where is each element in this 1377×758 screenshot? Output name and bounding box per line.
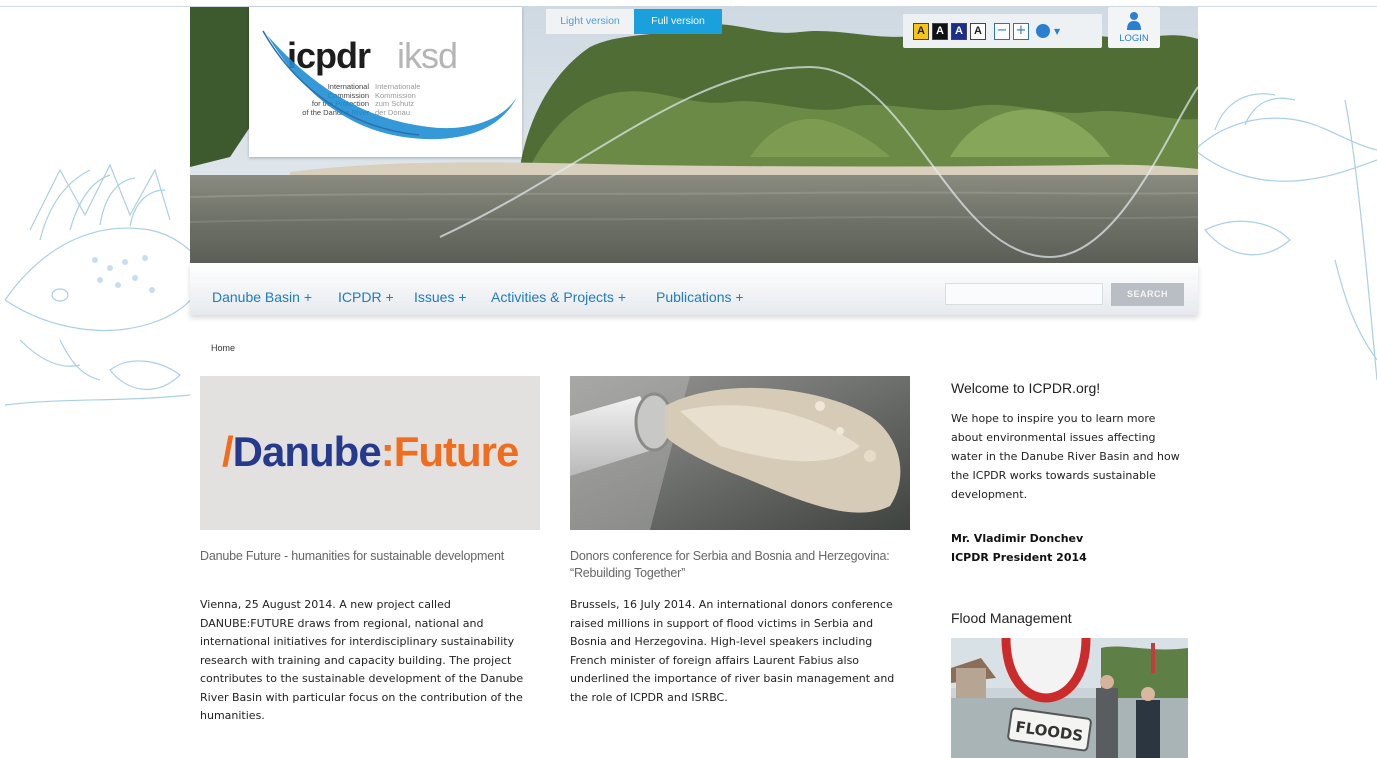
- article-image-danube-future[interactable]: /Danube:Future: [200, 376, 540, 530]
- zoom-out-button[interactable]: −: [994, 22, 1010, 40]
- main-navigation: Danube Basin + ICPDR + Issues + Activiti…: [190, 263, 1198, 315]
- article-title-danube-future[interactable]: Danube Future - humanities for sustainab…: [200, 548, 530, 565]
- user-icon: [1127, 12, 1141, 30]
- version-switch: Light version Full version: [546, 9, 722, 34]
- contrast-default-button[interactable]: A: [970, 22, 986, 40]
- breadcrumb[interactable]: Home: [211, 343, 235, 353]
- decorative-fish-right: [1195, 93, 1377, 381]
- accessibility-toolbar: A A A A − + ▼: [903, 14, 1102, 48]
- login-label: LOGIN: [1119, 33, 1149, 44]
- article-text-danube-future: Vienna, 25 August 2014. A new project ca…: [200, 598, 524, 722]
- login-button[interactable]: LOGIN: [1108, 7, 1160, 48]
- site-logo[interactable]: icpdr iksd International Commission for …: [249, 7, 522, 157]
- contrast-blue-button[interactable]: A: [951, 22, 967, 40]
- search-button[interactable]: SEARCH: [1111, 283, 1184, 306]
- full-version-button[interactable]: Full version: [634, 9, 722, 34]
- welcome-text: We hope to inspire you to learn more abo…: [951, 412, 1180, 501]
- light-version-button[interactable]: Light version: [546, 9, 634, 34]
- logo-swoosh-icon: [262, 30, 517, 140]
- nav-publications[interactable]: Publications +: [656, 289, 744, 305]
- president-role: ICPDR President 2014: [951, 551, 1087, 564]
- welcome-heading: Welcome to ICPDR.org!: [951, 380, 1101, 396]
- article-text-donors-conference: Brussels, 16 July 2014. An international…: [570, 598, 895, 704]
- nav-icpdr[interactable]: ICPDR +: [338, 289, 394, 305]
- zoom-in-button[interactable]: +: [1013, 22, 1029, 40]
- language-globe-icon[interactable]: [1036, 24, 1050, 38]
- nav-activities-projects[interactable]: Activities & Projects +: [491, 289, 626, 305]
- decorative-fish-left: [4, 163, 200, 406]
- search-input[interactable]: [945, 283, 1103, 305]
- flood-management-heading[interactable]: Flood Management: [951, 610, 1072, 626]
- contrast-yellow-button[interactable]: A: [913, 22, 929, 40]
- danube-future-logo: /Danube:Future: [222, 428, 519, 475]
- flood-management-image[interactable]: FLOODS: [951, 638, 1188, 758]
- chevron-down-icon[interactable]: ▼: [1054, 27, 1060, 36]
- president-name: Mr. Vladimir Donchev: [951, 532, 1084, 545]
- nav-danube-basin[interactable]: Danube Basin +: [212, 289, 312, 305]
- article-image-donors-conference[interactable]: [570, 376, 910, 530]
- nav-issues[interactable]: Issues +: [414, 289, 467, 305]
- article-title-donors-conference[interactable]: Donors conference for Serbia and Bosnia …: [570, 548, 900, 582]
- contrast-black-button[interactable]: A: [932, 22, 948, 40]
